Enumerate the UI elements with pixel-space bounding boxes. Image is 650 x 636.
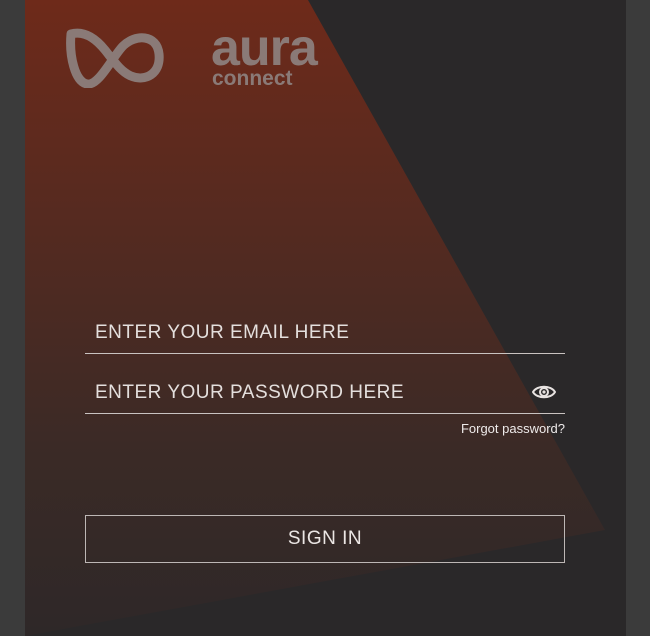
app-frame: aura connect Forgot password? SIGN IN: [0, 0, 650, 636]
password-field[interactable]: [85, 375, 565, 411]
sign-in-button[interactable]: SIGN IN: [85, 515, 565, 563]
email-field[interactable]: [85, 315, 565, 351]
password-field-container: [85, 375, 565, 414]
login-panel: aura connect Forgot password? SIGN IN: [25, 0, 626, 636]
infinity-icon: [66, 28, 164, 88]
aura-connect-logo: aura connect: [65, 20, 318, 92]
logo-subtitle: connect: [212, 67, 293, 90]
email-field-container: [85, 315, 565, 354]
eye-icon[interactable]: [532, 383, 556, 401]
forgot-password-link[interactable]: Forgot password?: [461, 421, 565, 436]
